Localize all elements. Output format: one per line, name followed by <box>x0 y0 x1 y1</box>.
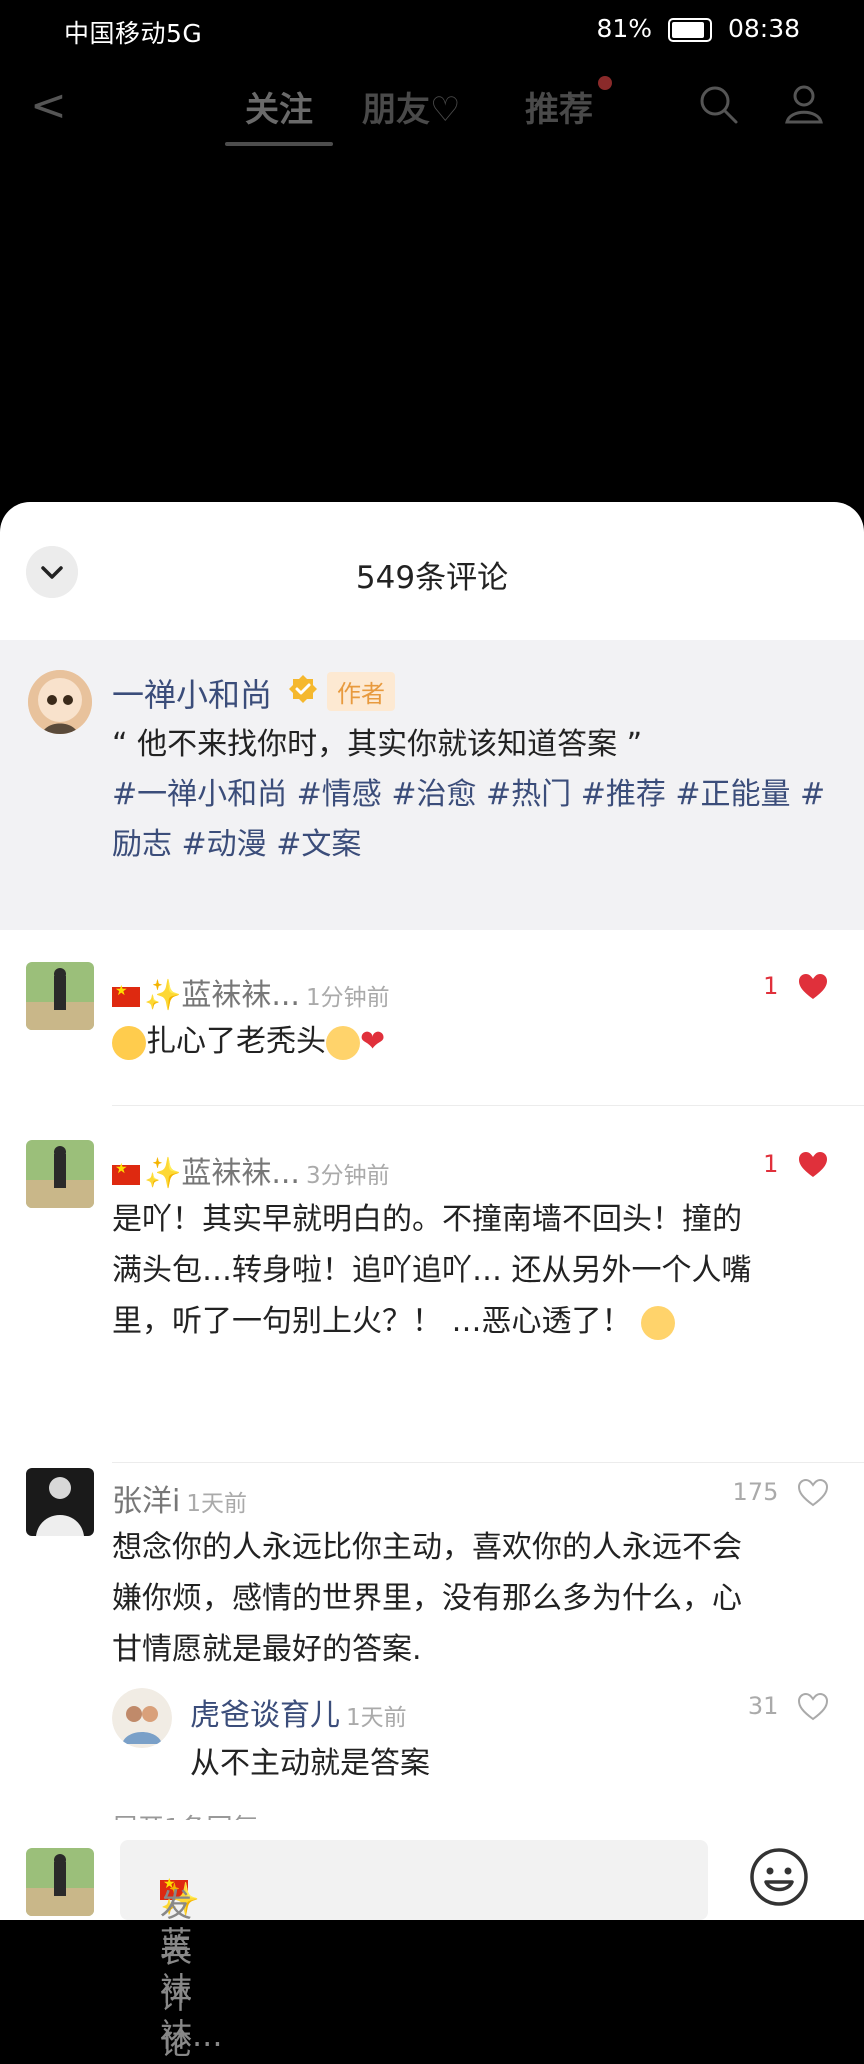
china-flag-icon <box>112 983 140 1007</box>
comment-text: 扎心了老秃头 ❤ <box>112 1016 752 1067</box>
user-avatar[interactable] <box>26 1468 94 1536</box>
heart-outline-icon <box>798 1479 828 1507</box>
comments-sheet: 549条评论 一禅小和尚 作者 “ 他不来找你时，其实你就该知道答案 ” #一禅… <box>0 502 864 1920</box>
heart-filled-icon <box>799 974 827 999</box>
carrier-label: 中国移动5G <box>64 19 203 48</box>
active-tab-indicator <box>225 142 333 146</box>
profile-icon[interactable] <box>782 82 826 126</box>
like-button[interactable]: 175 <box>733 1478 828 1507</box>
battery-percent: 81% <box>596 14 653 43</box>
china-flag-icon <box>112 1161 140 1185</box>
comment-input-bar: ✨蓝袜袜... 发表评论 <box>0 1820 864 2062</box>
comment-username: 张洋i <box>112 1484 181 1519</box>
comment-user[interactable]: ✨蓝袜袜...1分钟前 <box>112 970 390 1014</box>
author-post-body: “ 他不来找你时，其实你就该知道答案 ” #一禅小和尚 #情感 #治愈 #热门 … <box>112 720 842 870</box>
author-post: 一禅小和尚 作者 “ 他不来找你时，其实你就该知道答案 ” #一禅小和尚 #情感… <box>0 640 864 930</box>
heart-outline-icon <box>798 1693 828 1721</box>
status-right: 81% 08:38 <box>596 14 800 43</box>
smirk-emoji-icon <box>112 1025 146 1060</box>
tab-recommend[interactable]: 推荐 <box>525 82 593 131</box>
comment-username: ✨蓝袜袜... <box>144 978 300 1013</box>
comment-divider <box>112 1462 864 1463</box>
comment-text: 想念你的人永远比你主动，喜欢你的人永远不会嫌你烦，感情的世界里，没有那么多为什么… <box>112 1530 742 1667</box>
reply-user-avatar[interactable] <box>112 1688 172 1748</box>
comment-time: 3分钟前 <box>305 1163 390 1189</box>
comment-username: ✨蓝袜袜... <box>144 1156 300 1191</box>
reply-text: 从不主动就是答案 <box>190 1746 430 1781</box>
author-name[interactable]: 一禅小和尚 <box>112 670 272 716</box>
comment-divider <box>112 1105 864 1106</box>
top-nav: < 关注 朋友♡ 推荐 <box>0 60 864 150</box>
clock: 08:38 <box>727 14 800 43</box>
verified-badge-icon <box>289 675 317 703</box>
comment-item: ✨蓝袜袜...1分钟前 1 扎心了老秃头 ❤ <box>0 962 864 1112</box>
comment-user[interactable]: ✨蓝袜袜...3分钟前 <box>112 1148 390 1192</box>
author-tag: 作者 <box>327 672 395 711</box>
reply-time: 1天前 <box>346 1705 407 1731</box>
like-button[interactable]: 31 <box>748 1692 828 1721</box>
like-count: 175 <box>732 1478 779 1506</box>
search-icon[interactable] <box>696 82 740 126</box>
like-button[interactable]: 1 <box>763 1150 828 1179</box>
comment-item: ✨蓝袜袜...3分钟前 1 是吖！其实早就明白的。不撞南墙不回头！撞的满头包…转… <box>0 1140 864 1470</box>
reply-user[interactable]: 虎爸谈育儿 1天前 <box>190 1690 407 1734</box>
comment-item: 张洋i 1天前 175 想念你的人永远比你主动，喜欢你的人永远不会嫌你烦，感情的世… <box>0 1468 864 1798</box>
input-placeholder-text: 发表评论 <box>160 1886 193 2062</box>
like-button[interactable]: 1 <box>763 972 828 1001</box>
like-count: 1 <box>763 1150 779 1178</box>
sweat-emoji-icon <box>641 1305 676 1340</box>
cry-emoji-icon <box>326 1025 360 1060</box>
emoji-picker-icon[interactable] <box>748 1846 810 1908</box>
comment-count-title: 549条评论 <box>355 560 509 596</box>
back-icon[interactable]: < <box>30 80 67 131</box>
heart-filled-icon <box>799 1152 827 1177</box>
like-count: 31 <box>747 1692 779 1720</box>
comment-text: 是吖！其实早就明白的。不撞南墙不回头！撞的满头包…转身啦！追吖追吖… 还从另外一… <box>112 1194 752 1347</box>
reply-item: 虎爸谈育儿 1天前 31 从不主动就是答案 <box>0 1688 864 1798</box>
like-count: 1 <box>763 972 779 1000</box>
comment-text-content: 扎心了老秃头 <box>146 1024 326 1059</box>
author-quote: “ 他不来找你时，其实你就该知道答案 ” <box>112 727 643 762</box>
status-bar: 中国移动5G 81% 08:38 <box>0 0 864 58</box>
hashtag-list[interactable]: #一禅小和尚 #情感 #治愈 #热门 #推荐 #正能量 #励志 #动漫 #文案 <box>112 770 842 870</box>
author-avatar[interactable] <box>28 670 92 734</box>
comment-time: 1分钟前 <box>305 985 390 1011</box>
user-avatar[interactable] <box>26 1140 94 1208</box>
my-avatar[interactable] <box>26 1848 94 1916</box>
comment-input[interactable]: ✨蓝袜袜... 发表评论 <box>120 1840 708 2062</box>
comment-time: 1天前 <box>186 1491 247 1517</box>
tab-following[interactable]: 关注 <box>245 82 313 131</box>
comment-user[interactable]: 张洋i 1天前 <box>112 1476 247 1520</box>
reply-username: 虎爸谈育儿 <box>190 1698 340 1733</box>
battery-icon <box>668 18 712 42</box>
notification-dot <box>598 76 612 90</box>
tab-friends[interactable]: 朋友♡ <box>362 82 460 131</box>
user-avatar[interactable] <box>26 962 94 1030</box>
broken-heart-icon: ❤ <box>360 1024 386 1059</box>
sheet-header: 549条评论 <box>0 502 864 640</box>
